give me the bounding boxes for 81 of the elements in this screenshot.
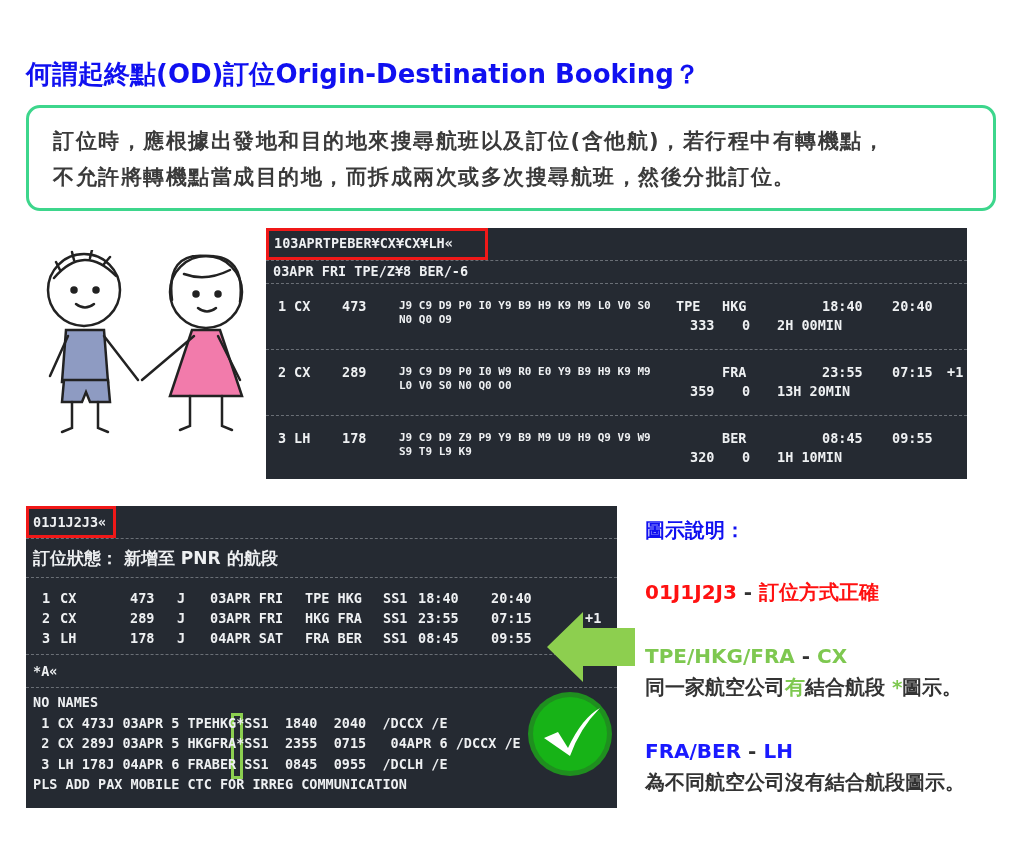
route-code: HKG FRA: [305, 609, 363, 628]
route-code: TPE HKG: [305, 589, 363, 608]
class-availability: S9 T9 L9 K9: [399, 445, 473, 459]
remark-text: PLS ADD PAX MOBILE CTC FOR IRREG COMMUNICATION: [33, 775, 408, 794]
line-number: 3: [278, 430, 288, 448]
stops-count: 0: [742, 317, 752, 335]
airline-code: LH: [294, 430, 312, 448]
departure-time: 08:45: [418, 629, 460, 648]
flight-number: 289: [130, 609, 156, 628]
airline-code: CX: [294, 364, 312, 382]
booking-class: J: [177, 609, 187, 628]
flight-date: 03APR FRI: [210, 609, 285, 628]
stops-count: 0: [742, 449, 752, 467]
legend-label: TPE/HKG/FRA - CX: [645, 643, 849, 670]
flight-duration: 2H 00MIN: [777, 317, 843, 335]
command-text: 103APRTPEBER¥CX¥CX¥LH«: [274, 235, 453, 251]
line-number: 1: [42, 589, 52, 608]
class-availability: J9 C9 D9 Z9 P9 Y9 B9 M9 U9 H9 Q9 V9 W9: [399, 431, 651, 445]
command-text: 01J1J2J3«: [33, 514, 107, 530]
legend-note: 同一家航空公司有結合航段 *圖示。: [645, 674, 964, 701]
flight-date: 03APR FRI: [210, 589, 285, 608]
booking-class: J: [177, 589, 187, 608]
aircraft-type: 320: [690, 449, 716, 467]
checkmark-icon: [526, 690, 614, 778]
class-availability: L0 V0 S0 N0 Q0 O0: [399, 379, 513, 393]
legend-label: FRA/BER - LH: [645, 738, 794, 765]
flight-number: 178: [130, 629, 156, 648]
legend-heading: 圖示說明：: [645, 517, 746, 544]
route-code: FRA BER: [305, 629, 363, 648]
departure-time: 08:45: [822, 430, 864, 448]
page-title: 何謂起終點(OD)訂位Origin-Destination Booking？: [26, 58, 700, 91]
flight-number: 473: [130, 589, 156, 608]
aircraft-type: 333: [690, 317, 716, 335]
flight-duration: 13H 20MIN: [777, 383, 851, 401]
legend-label: 01J1J2J3 - 訂位方式正確: [645, 579, 881, 606]
flight-number: 289: [342, 364, 368, 382]
arrival-time: 20:40: [892, 298, 934, 316]
airline-code: CX: [294, 298, 312, 316]
airline-code: CX: [60, 589, 78, 608]
intro-text: 訂位時，應根據出發地和目的地來搜尋航班以及訂位(含他航)，若行程中有轉機點，: [53, 128, 887, 155]
airline-code: CX: [60, 609, 78, 628]
class-availability: J9 C9 D9 P0 I0 W9 R0 E0 Y9 B9 H9 K9 M9: [399, 365, 651, 379]
intro-text: 不允許將轉機點當成目的地，而拆成兩次或多次搜尋航班，然後分批訂位。: [53, 164, 797, 191]
class-availability: J9 C9 D9 P0 I0 Y9 B9 H9 K9 M9 L0 V0 S0: [399, 299, 651, 313]
line-number: 1: [278, 298, 288, 316]
class-availability: N0 Q0 O9: [399, 313, 453, 327]
segment-status: SS1: [383, 629, 409, 648]
airline-code: LH: [60, 629, 78, 648]
destination-code: BER: [722, 430, 748, 448]
booking-class: J: [177, 629, 187, 648]
origin-code: TPE: [676, 298, 702, 316]
destination-code: HKG: [722, 298, 748, 316]
arrow-icon: [547, 612, 635, 682]
arrival-time: 07:15: [491, 609, 533, 628]
command-text: *A«: [33, 663, 58, 679]
flight-duration: 1H 10MIN: [777, 449, 843, 467]
line-number: 3: [42, 629, 52, 648]
departure-time: 23:55: [822, 364, 864, 382]
flight-number: 473: [342, 298, 368, 316]
arrival-time: 07:15: [892, 364, 934, 382]
destination-code: FRA: [722, 364, 748, 382]
day-change: +1: [585, 609, 602, 628]
arrival-time: 09:55: [892, 430, 934, 448]
booking-status-text: 訂位狀態： 新增至 PNR 的航段: [33, 546, 278, 570]
legend-note: 為不同航空公司沒有結合航段圖示。: [645, 769, 966, 796]
day-change: +1: [947, 364, 964, 382]
arrival-time: 20:40: [491, 589, 533, 608]
flight-date: 04APR SAT: [210, 629, 285, 648]
names-text: NO NAMES: [33, 693, 100, 712]
arrival-time: 09:55: [491, 629, 533, 648]
segment-status: SS1: [383, 609, 409, 628]
departure-time: 18:40: [822, 298, 864, 316]
flight-number: 178: [342, 430, 368, 448]
line-number: 2: [42, 609, 52, 628]
stops-count: 0: [742, 383, 752, 401]
departure-time: 18:40: [418, 589, 460, 608]
aircraft-type: 359: [690, 383, 716, 401]
line-number: 2: [278, 364, 288, 382]
segment-status: SS1: [383, 589, 409, 608]
availability-header: 03APR FRI TPE/Z¥8 BER/-6: [273, 263, 469, 279]
departure-time: 23:55: [418, 609, 460, 628]
